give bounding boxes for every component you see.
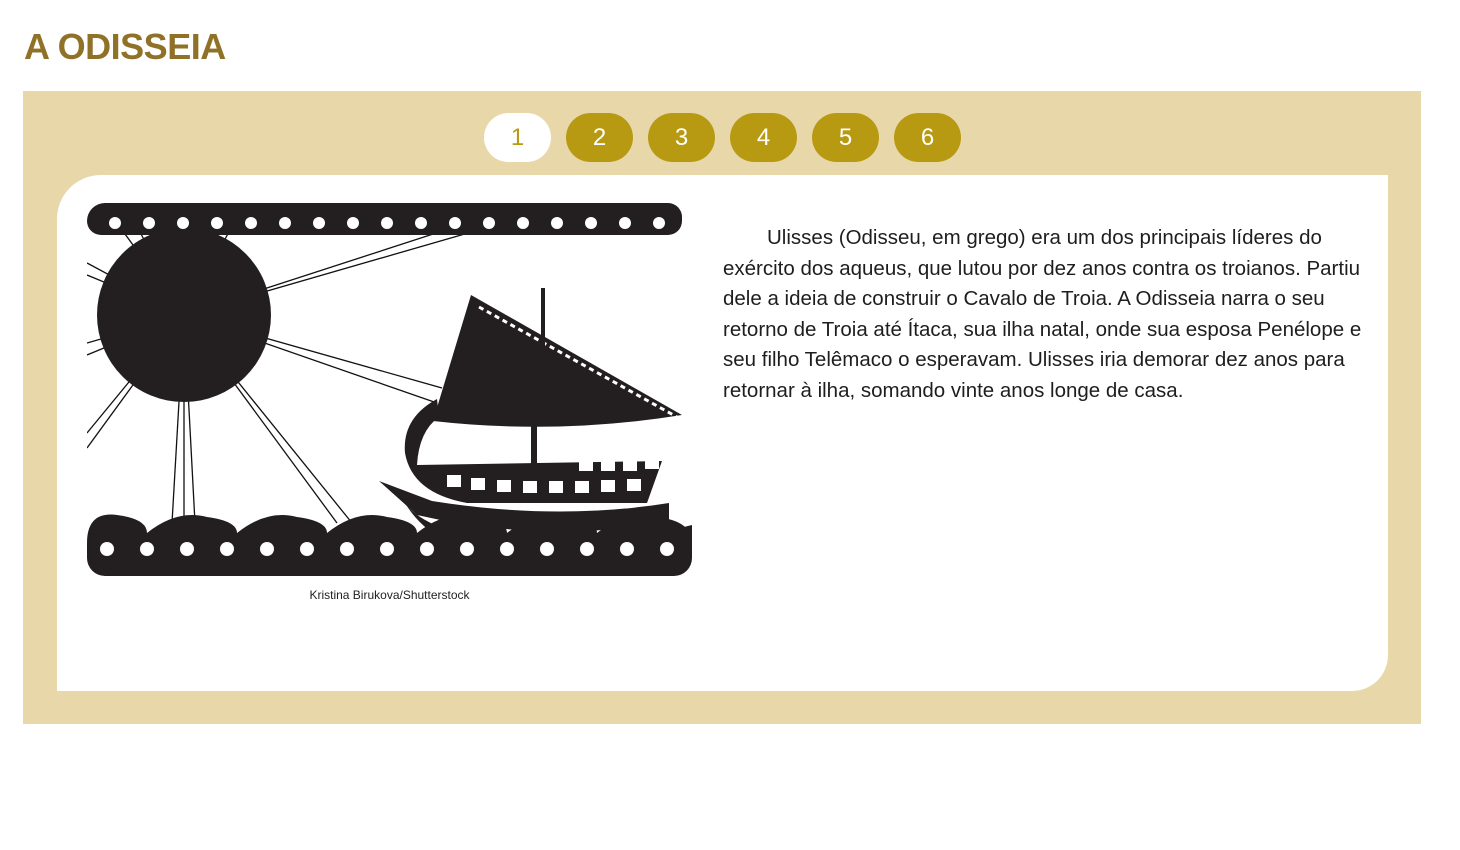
- page-tabs: 1 2 3 4 5 6: [484, 113, 961, 162]
- content-panel: 1 2 3 4 5 6 Kristina Birukova/Shuttersto…: [23, 91, 1421, 724]
- tab-4[interactable]: 4: [730, 113, 797, 162]
- greek-ship-illustration: [87, 203, 692, 576]
- image-credit: Kristina Birukova/Shutterstock: [309, 588, 470, 602]
- content-card: Kristina Birukova/Shutterstock Ulisses (…: [57, 175, 1388, 691]
- tab-2[interactable]: 2: [566, 113, 633, 162]
- tab-1[interactable]: 1: [484, 113, 551, 162]
- tab-6[interactable]: 6: [894, 113, 961, 162]
- page-title: A ODISSEIA: [24, 26, 226, 67]
- story-paragraph: Ulisses (Odisseu, em grego) era um dos p…: [723, 226, 1362, 402]
- tab-3[interactable]: 3: [648, 113, 715, 162]
- tab-5[interactable]: 5: [812, 113, 879, 162]
